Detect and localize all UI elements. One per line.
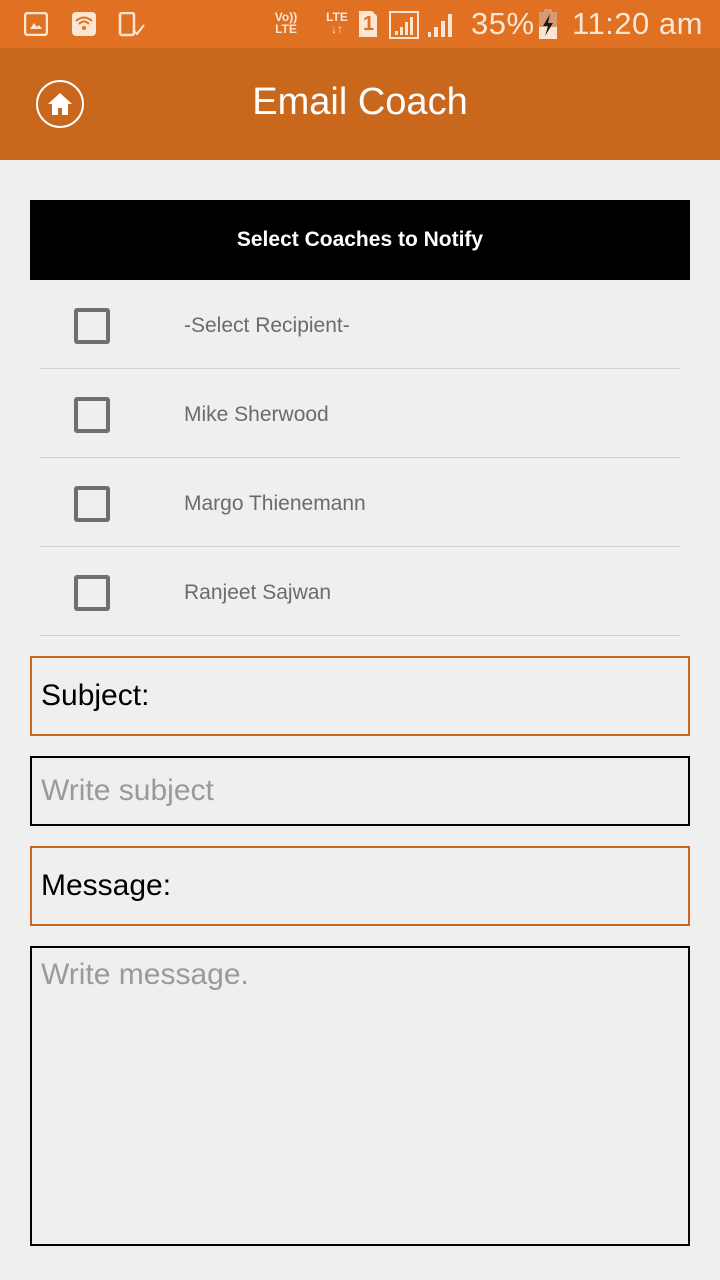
- message-label-box: Message:: [30, 846, 690, 926]
- checkbox[interactable]: [74, 397, 110, 433]
- recipient-label: -Select Recipient-: [184, 314, 350, 337]
- message-textarea[interactable]: [30, 946, 690, 1246]
- wifi-icon: [72, 12, 96, 36]
- checkbox[interactable]: [74, 486, 110, 522]
- subject-label-box: Subject:: [30, 656, 690, 736]
- app-toolbar: Email Coach: [0, 48, 720, 160]
- lte-indicator: LTE ↓↑: [322, 11, 352, 35]
- status-bar: Vo)) LTE LTE ↓↑ 1 35% 11:20 am: [0, 0, 720, 48]
- clock: 11:20 am: [572, 6, 703, 41]
- gallery-icon: [24, 12, 48, 36]
- message-label: Message:: [41, 869, 172, 902]
- data-arrows-icon: ↓↑: [331, 22, 343, 36]
- sim-number: 1: [363, 13, 375, 35]
- recipient-label: Mike Sherwood: [184, 403, 329, 426]
- recipient-label: Margo Thienemann: [184, 492, 366, 515]
- subject-label: Subject:: [41, 679, 150, 712]
- battery-charging-icon: [538, 9, 558, 39]
- signal-strength-sim1-icon: [389, 11, 419, 39]
- select-coaches-header: Select Coaches to Notify: [30, 200, 690, 280]
- volte-indicator: Vo)) LTE: [272, 11, 300, 35]
- subject-input[interactable]: [30, 756, 690, 826]
- recipient-item-margo-thienemann[interactable]: Margo Thienemann: [40, 458, 680, 547]
- signal-strength-sim2-icon: [426, 12, 454, 38]
- sim-card-icon: 1: [357, 11, 379, 37]
- recipient-list: -Select Recipient- Mike Sherwood Margo T…: [40, 280, 680, 636]
- battery-percent: 35%: [471, 6, 535, 41]
- phone-check-icon: [118, 12, 146, 38]
- recipient-item-select-recipient[interactable]: -Select Recipient-: [40, 280, 680, 369]
- volte-sublabel: LTE: [275, 22, 297, 36]
- recipient-item-ranjeet-sajwan[interactable]: Ranjeet Sajwan: [40, 547, 680, 636]
- page-title: Email Coach: [252, 81, 468, 123]
- checkbox[interactable]: [74, 308, 110, 344]
- recipient-label: Ranjeet Sajwan: [184, 581, 332, 604]
- recipient-item-mike-sherwood[interactable]: Mike Sherwood: [40, 369, 680, 458]
- checkbox[interactable]: [74, 575, 110, 611]
